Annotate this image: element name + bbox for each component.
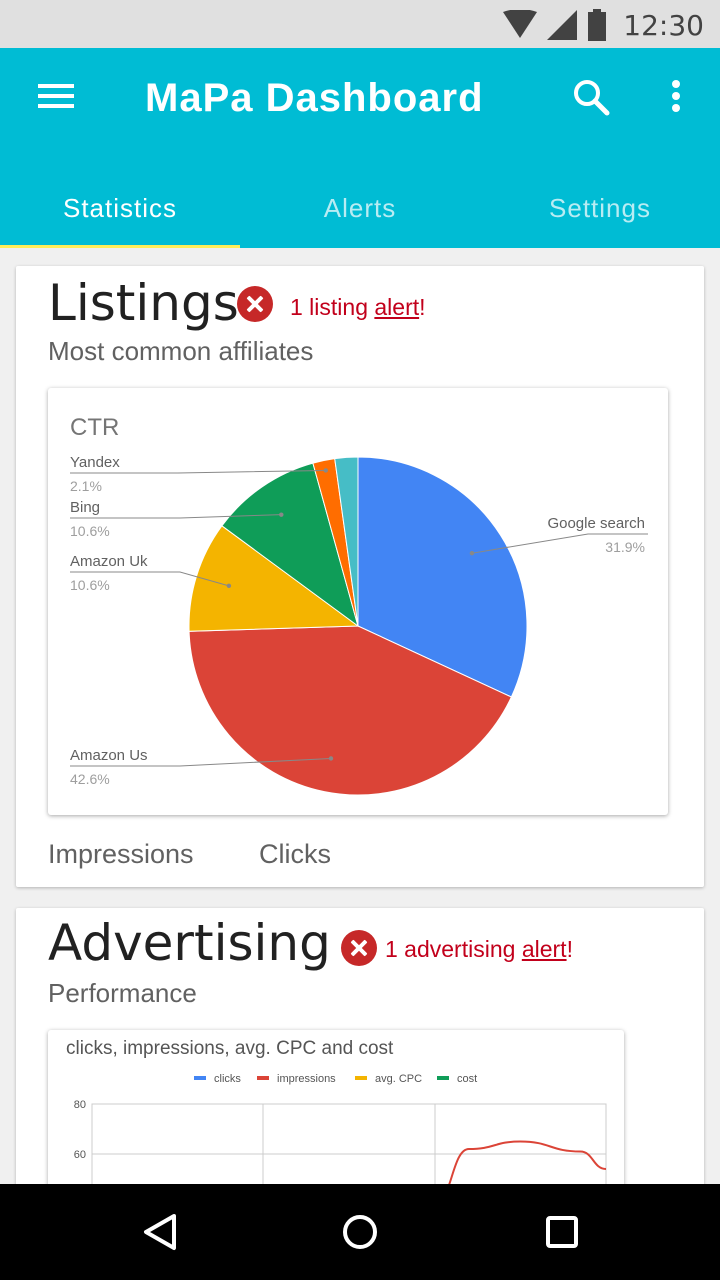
more-options-button[interactable] <box>650 72 702 124</box>
tab-alerts[interactable]: Alerts <box>240 168 480 248</box>
wifi-icon <box>503 10 538 38</box>
listing-alert-link[interactable]: alert <box>374 294 419 320</box>
legend-swatch <box>257 1076 269 1080</box>
advertising-subtitle: Performance <box>48 978 197 1008</box>
advertising-alert-link[interactable]: alert <box>522 936 567 962</box>
tab-bar: Statistics Alerts Settings <box>0 168 720 248</box>
signal-icon <box>547 10 578 40</box>
listings-title: Listings <box>48 274 239 332</box>
recents-icon <box>546 1216 578 1248</box>
app-title: MaPa Dashboard <box>145 76 484 120</box>
pie-slice-label: Bing <box>70 499 100 516</box>
legend-label: clicks <box>214 1073 241 1085</box>
pie-slice-value: 2.1% <box>70 478 102 494</box>
legend-label: avg. CPC <box>375 1073 422 1085</box>
y-tick-label: 80 <box>74 1099 86 1111</box>
performance-line-chart: clicks, impressions, avg. CPC and cost c… <box>48 1030 624 1208</box>
pie-slice-label: Amazon Uk <box>70 553 148 570</box>
status-bar: 12:30 <box>0 0 720 48</box>
legend-swatch <box>355 1076 367 1080</box>
app-bar: MaPa Dashboard Statistics Alerts Setting… <box>0 48 720 248</box>
pie-chart-svg: Google search 31.9% Amazon Us 42.6% Amazon U… <box>70 454 648 796</box>
line-chart-svg: clicks impressions avg. CPC cost 80 60 <box>74 1073 607 1208</box>
battery-icon <box>588 9 607 41</box>
legend-label: cost <box>457 1073 477 1085</box>
legend-swatch <box>194 1076 206 1080</box>
search-icon <box>574 80 610 116</box>
advertising-alert-text: 1 advertising alert! <box>385 936 573 963</box>
search-button[interactable] <box>566 72 618 124</box>
listings-card: Listings 1 listing alert! Most common af… <box>16 266 704 887</box>
advertising-title: Advertising <box>48 914 331 972</box>
legend-swatch <box>437 1076 449 1080</box>
menu-icon <box>38 84 74 108</box>
pie-slice-label: Amazon Us <box>70 747 148 764</box>
navigation-bar <box>0 1184 720 1280</box>
error-icon <box>237 286 273 322</box>
impressions-tab[interactable]: Impressions <box>48 839 194 870</box>
listing-alert-suffix: ! <box>419 294 426 320</box>
more-vert-icon <box>672 80 680 112</box>
home-icon <box>343 1215 377 1249</box>
recents-button[interactable] <box>534 1204 590 1260</box>
pie-slice-value: 10.6% <box>70 577 110 593</box>
y-tick-label: 60 <box>74 1149 86 1161</box>
advertising-alert-suffix: ! <box>566 936 573 962</box>
advertising-card: Advertising 1 advertising alert! Perform… <box>16 908 704 1208</box>
ctr-pie-chart: CTR Google search 31.9% Amazon Us 42.6% Amaz… <box>48 388 668 815</box>
pie-slice-label: Yandex <box>70 454 120 471</box>
pie-slice-value: 42.6% <box>70 771 110 787</box>
listing-alert-text: 1 listing alert! <box>290 294 426 321</box>
pie-slice-value: 10.6% <box>70 523 110 539</box>
back-icon <box>144 1214 176 1250</box>
menu-button[interactable] <box>30 72 82 124</box>
status-time: 12:30 <box>623 8 704 42</box>
home-button[interactable] <box>332 1204 388 1260</box>
error-icon <box>341 930 377 966</box>
tab-settings[interactable]: Settings <box>480 168 720 248</box>
back-button[interactable] <box>132 1204 188 1260</box>
status-icons: 12:30 <box>503 8 704 42</box>
pie-slice-label: Google search <box>547 515 645 532</box>
tab-statistics[interactable]: Statistics <box>0 168 240 248</box>
pie-slice-value: 31.9% <box>605 539 645 555</box>
listings-subtitle: Most common affiliates <box>48 336 314 366</box>
listing-alert-prefix: 1 listing <box>290 294 375 320</box>
advertising-alert-prefix: 1 advertising <box>385 936 522 962</box>
legend-label: impressions <box>277 1073 336 1085</box>
clicks-tab[interactable]: Clicks <box>259 839 331 870</box>
